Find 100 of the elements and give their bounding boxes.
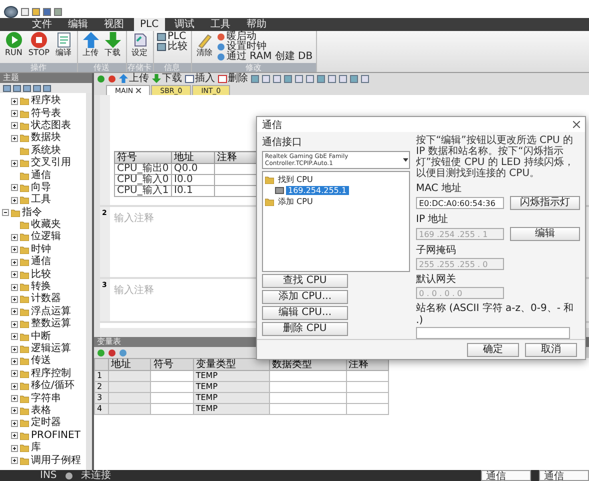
- expand-icon[interactable]: [11, 196, 18, 204]
- ribbon-button[interactable]: 暖启动: [216, 32, 313, 42]
- tree-item[interactable]: 数据块: [0, 132, 86, 145]
- expand-icon[interactable]: [11, 110, 18, 118]
- dialog-button[interactable]: 编辑 CPU...: [262, 306, 348, 320]
- expand-icon[interactable]: [11, 457, 18, 464]
- tree-item[interactable]: 程序块: [0, 95, 86, 108]
- ribbon-button[interactable]: 上传: [80, 32, 100, 58]
- ribbon-button[interactable]: RUN: [3, 32, 24, 58]
- menu-tab[interactable]: 视图: [98, 18, 130, 31]
- toolbar-button[interactable]: 上传: [119, 73, 149, 84]
- tree-item[interactable]: PROFINET: [0, 430, 86, 442]
- ribbon-button[interactable]: 下载: [102, 32, 122, 58]
- expand-icon[interactable]: [11, 184, 18, 192]
- tree-item[interactable]: 计数器: [0, 293, 86, 306]
- menu-tab[interactable]: 帮助: [240, 18, 273, 31]
- row-number: 3: [94, 392, 108, 404]
- expand-icon[interactable]: [11, 358, 18, 365]
- toolbar-button[interactable]: 删除: [218, 73, 248, 84]
- tree-item[interactable]: 交叉引用: [0, 156, 86, 170]
- expand-icon[interactable]: [11, 284, 18, 291]
- window-preview[interactable]: 通信: [539, 470, 589, 481]
- tree-item[interactable]: 符号表: [0, 107, 86, 120]
- menu-tab[interactable]: 文件: [26, 18, 58, 31]
- tree-item[interactable]: 移位/循环: [0, 380, 86, 392]
- dialog-button[interactable]: 闪烁指示灯: [510, 196, 580, 210]
- toolbar-button[interactable]: 插入: [185, 73, 215, 84]
- collapse-icon[interactable]: [2, 209, 9, 216]
- ribbon-button[interactable]: 比较: [156, 42, 188, 52]
- tree-item[interactable]: 传送: [0, 355, 86, 368]
- close-icon[interactable]: [136, 88, 142, 93]
- expand-icon[interactable]: [11, 271, 18, 278]
- tree-item[interactable]: 169.254.255.1: [286, 186, 349, 195]
- dialog-button[interactable]: 添加 CPU...: [262, 290, 348, 304]
- expand-icon[interactable]: [11, 308, 18, 316]
- expand-icon[interactable]: [11, 444, 18, 452]
- tree-item[interactable]: 表格: [0, 404, 86, 418]
- close-icon[interactable]: [573, 121, 580, 128]
- input-field[interactable]: E0:DC:A0:60:54:36: [416, 197, 504, 209]
- expand-icon[interactable]: [11, 160, 18, 167]
- ribbon-button[interactable]: 设置时钟: [216, 42, 313, 52]
- expand-icon[interactable]: [11, 98, 18, 105]
- tree-item[interactable]: 工具: [0, 194, 86, 207]
- dialog-button[interactable]: 确定: [467, 342, 519, 356]
- expand-icon[interactable]: [11, 134, 18, 142]
- tree-item[interactable]: 通信: [0, 169, 86, 182]
- tree-item[interactable]: 收藏夹: [0, 218, 86, 232]
- expand-icon[interactable]: [11, 258, 18, 266]
- expand-icon[interactable]: [11, 346, 18, 352]
- tree-item[interactable]: 库: [0, 442, 86, 454]
- tree-item[interactable]: 比较: [0, 268, 86, 281]
- tree-item[interactable]: 逻辑运算: [0, 342, 86, 356]
- expand-icon[interactable]: [11, 407, 18, 414]
- expand-icon[interactable]: [11, 234, 18, 241]
- ribbon-button[interactable]: 设定: [130, 32, 150, 58]
- menu-tab[interactable]: 调试: [168, 18, 201, 31]
- expand-icon[interactable]: [11, 122, 18, 130]
- expand-icon[interactable]: [11, 333, 18, 340]
- tree-item[interactable]: 系统块: [0, 144, 86, 157]
- ribbon-button[interactable]: PLC: [156, 32, 188, 42]
- expand-icon[interactable]: [11, 395, 18, 402]
- tree-item[interactable]: 通信: [0, 256, 86, 268]
- tree-item[interactable]: 定时器: [0, 417, 86, 430]
- app-orb-icon[interactable]: [4, 6, 18, 18]
- tree-item[interactable]: 程序控制: [0, 368, 86, 380]
- tree-item[interactable]: 中断: [0, 330, 86, 343]
- tree-item[interactable]: 字符串: [0, 392, 86, 405]
- tree-item[interactable]: 整数运算: [0, 318, 86, 330]
- ribbon-button[interactable]: 通过 RAM 创建 DB: [216, 52, 313, 62]
- tree-item[interactable]: 向导: [0, 182, 86, 194]
- ribbon-button[interactable]: STOP: [26, 32, 52, 58]
- menu-tab[interactable]: 工具: [204, 18, 237, 31]
- expand-icon[interactable]: [11, 420, 18, 427]
- tree-item[interactable]: 添加 CPU: [265, 196, 407, 207]
- tree-item[interactable]: 调用子例程: [0, 454, 86, 467]
- expand-icon[interactable]: [11, 246, 18, 254]
- tree-item[interactable]: 转换: [0, 280, 86, 294]
- tree-item[interactable]: 找到 CPU: [265, 174, 407, 185]
- dialog-button[interactable]: 删除 CPU: [262, 322, 348, 336]
- tree-item[interactable]: 指令: [0, 206, 86, 219]
- memory-card-icon: [132, 32, 148, 48]
- menu-tab[interactable]: 编辑: [62, 18, 94, 31]
- tree-item[interactable]: 状态图表: [0, 120, 86, 132]
- menu-tab[interactable]: PLC: [134, 18, 165, 31]
- input-field[interactable]: [416, 327, 570, 339]
- expand-icon[interactable]: [11, 432, 18, 440]
- dialog-button[interactable]: 查找 CPU: [262, 274, 348, 288]
- ribbon-button[interactable]: 清除: [194, 32, 214, 58]
- dialog-button[interactable]: 取消: [525, 342, 577, 356]
- expand-icon[interactable]: [11, 320, 18, 328]
- window-preview[interactable]: 通信: [481, 470, 531, 481]
- expand-icon[interactable]: [11, 296, 18, 303]
- ribbon-button[interactable]: 编译: [54, 32, 74, 58]
- tree-item[interactable]: 时钟: [0, 244, 86, 256]
- tree-item[interactable]: 浮点运算: [0, 306, 86, 318]
- toolbar-button[interactable]: 下载: [152, 73, 182, 84]
- expand-icon[interactable]: [11, 370, 18, 378]
- expand-icon[interactable]: [11, 382, 18, 390]
- tree-item[interactable]: 位逻辑: [0, 231, 86, 244]
- up-arrow-icon: [119, 74, 128, 83]
